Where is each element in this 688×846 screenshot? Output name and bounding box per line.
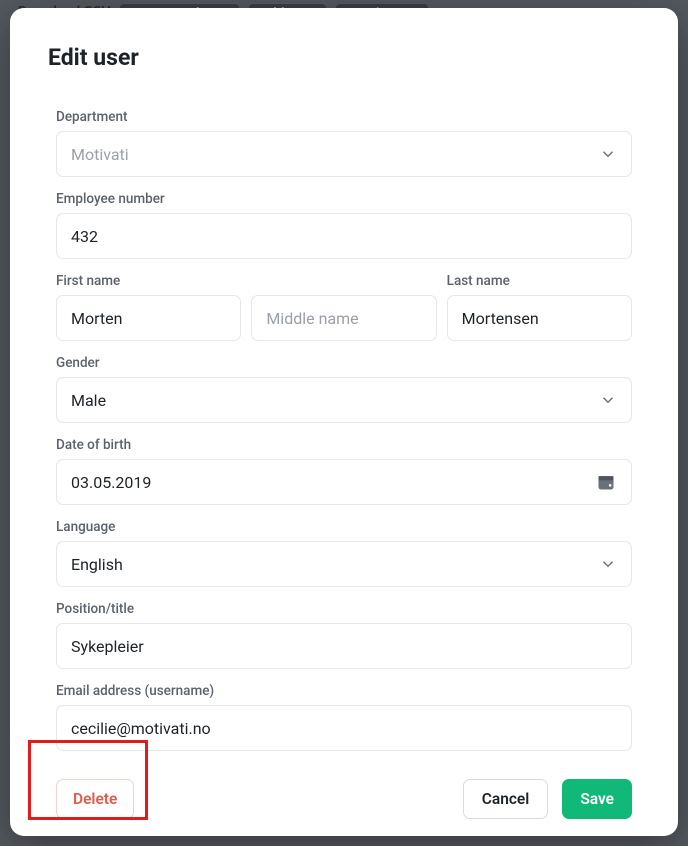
input-position[interactable] <box>71 624 617 668</box>
delete-button[interactable]: Delete <box>56 779 134 819</box>
label-last-name: Last name <box>447 273 632 289</box>
label-employee-number: Employee number <box>56 191 632 207</box>
field-gender: Gender Male <box>56 355 632 423</box>
modal-footer: Delete Cancel Save <box>48 779 640 819</box>
input-first-name[interactable] <box>71 296 226 340</box>
field-department: Department Motivati <box>56 109 632 177</box>
label-position: Position/title <box>56 601 632 617</box>
input-email[interactable] <box>71 706 617 750</box>
modal-title: Edit user <box>48 44 640 71</box>
cancel-button[interactable]: Cancel <box>463 779 549 819</box>
input-email-wrap <box>56 705 632 751</box>
chevron-down-icon <box>599 145 617 163</box>
input-middle-name-wrap <box>251 295 436 341</box>
input-position-wrap <box>56 623 632 669</box>
input-employee-number[interactable] <box>71 214 617 258</box>
select-language[interactable]: English <box>56 541 632 587</box>
field-language: Language English <box>56 519 632 587</box>
footer-right: Cancel Save <box>463 779 632 819</box>
select-department-value: Motivati <box>71 145 599 164</box>
chevron-down-icon <box>599 391 617 409</box>
field-dob: Date of birth 03.05.2019 <box>56 437 632 505</box>
field-first-name: First name <box>56 273 241 341</box>
chevron-down-icon <box>599 555 617 573</box>
input-last-name[interactable] <box>462 296 617 340</box>
field-email: Email address (username) <box>56 683 632 751</box>
edit-user-form: Department Motivati Employee number Firs… <box>48 109 640 751</box>
label-first-name: First name <box>56 273 241 289</box>
input-last-name-wrap <box>447 295 632 341</box>
save-button[interactable]: Save <box>562 779 632 819</box>
select-gender[interactable]: Male <box>56 377 632 423</box>
input-dob[interactable]: 03.05.2019 <box>56 459 632 505</box>
label-email: Email address (username) <box>56 683 632 699</box>
label-dob: Date of birth <box>56 437 632 453</box>
input-dob-value: 03.05.2019 <box>71 473 595 492</box>
field-last-name: Last name <box>447 273 632 341</box>
label-department: Department <box>56 109 632 125</box>
name-row: First name Middle name Last name <box>56 273 632 341</box>
field-employee-number: Employee number <box>56 191 632 259</box>
field-position: Position/title <box>56 601 632 669</box>
select-gender-value: Male <box>71 391 599 410</box>
input-first-name-wrap <box>56 295 241 341</box>
edit-user-modal: Edit user Department Motivati Employee n… <box>10 8 678 836</box>
input-middle-name[interactable] <box>266 296 421 340</box>
select-language-value: English <box>71 555 599 574</box>
label-language: Language <box>56 519 632 535</box>
input-employee-number-wrap <box>56 213 632 259</box>
select-department[interactable]: Motivati <box>56 131 632 177</box>
label-gender: Gender <box>56 355 632 371</box>
calendar-icon <box>595 472 617 492</box>
field-middle-name: Middle name <box>251 273 436 341</box>
